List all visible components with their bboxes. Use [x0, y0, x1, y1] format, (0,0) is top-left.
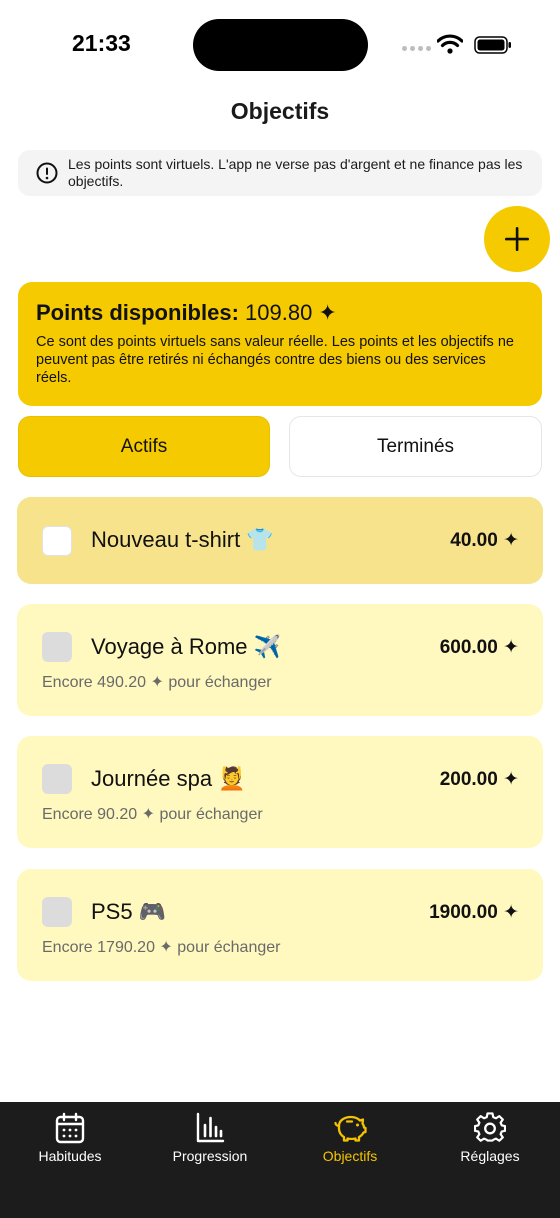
points-value: 109.80 ✦ [245, 300, 337, 325]
wifi-icon [437, 34, 463, 54]
piggy-bank-icon [334, 1115, 367, 1142]
goal-checkbox[interactable] [42, 526, 72, 556]
goal-remaining: Encore 1790.20 ✦ pour échanger [42, 939, 281, 956]
status-time: 21:33 [72, 30, 131, 56]
goal-name: Voyage à Rome ✈️ [91, 634, 282, 659]
goal-amount: 200.00 ✦ [439, 769, 519, 790]
status-bar: 21:33 [0, 0, 560, 92]
gear-icon [474, 1112, 506, 1142]
tab-progression[interactable]: Progression [140, 1112, 280, 1164]
signal-icon [402, 46, 431, 51]
dynamic-island [193, 19, 368, 71]
goal-amount: 1900.00 ✦ [429, 902, 519, 923]
goal-name: PS5 🎮 [91, 899, 167, 924]
info-banner-text: Les points sont virtuels. L'app ne verse… [68, 156, 523, 189]
add-goal-button[interactable] [484, 206, 550, 272]
goal-remaining: Encore 90.20 ✦ pour échanger [42, 806, 263, 823]
goal-card-ps5[interactable]: PS5 🎮 1900.00 ✦ Encore 1790.20 ✦ pour éc… [17, 869, 543, 981]
goal-name: Nouveau t-shirt 👕 [91, 527, 274, 552]
points-title: Points disponibles: 109.80 ✦ [36, 299, 524, 327]
goal-amount: 40.00 ✦ [450, 530, 519, 551]
goal-name: Journée spa 💆 [91, 766, 246, 791]
points-description: Ce sont des points virtuels sans valeur … [36, 334, 514, 386]
points-card: Points disponibles: 109.80 ✦ Ce sont des… [18, 282, 542, 406]
tab-actifs[interactable]: Actifs [18, 416, 270, 477]
tab-reglages[interactable]: Réglages [420, 1112, 560, 1164]
bar-chart-icon [196, 1112, 225, 1143]
alert-circle-icon [36, 162, 58, 184]
tab-label: Réglages [460, 1148, 520, 1164]
tab-label: Progression [172, 1148, 248, 1164]
goal-card-voyage-rome[interactable]: Voyage à Rome ✈️ 600.00 ✦ Encore 490.20 … [17, 604, 543, 716]
goal-card-nouveau-tshirt[interactable]: Nouveau t-shirt 👕 40.00 ✦ [17, 497, 543, 584]
tab-objectifs[interactable]: Objectifs [280, 1112, 420, 1164]
goal-remaining: Encore 490.20 ✦ pour échanger [42, 674, 272, 691]
goal-checkbox[interactable] [42, 632, 72, 662]
goal-card-journee-spa[interactable]: Journée spa 💆 200.00 ✦ Encore 90.20 ✦ po… [17, 736, 543, 848]
tab-bar: Habitudes Progression Objectifs Réglages [0, 1102, 560, 1218]
points-label: Points disponibles: [36, 300, 239, 325]
tab-habitudes[interactable]: Habitudes [0, 1112, 140, 1164]
tab-label: Objectifs [322, 1148, 378, 1164]
calendar-icon [55, 1112, 85, 1144]
plus-icon [505, 227, 529, 251]
info-banner: Les points sont virtuels. L'app ne verse… [18, 150, 542, 196]
page-title: Objectifs [230, 98, 330, 124]
goal-checkbox[interactable] [42, 764, 72, 794]
tab-label: Habitudes [38, 1148, 102, 1164]
tab-termines[interactable]: Terminés [289, 416, 542, 477]
goal-amount: 600.00 ✦ [439, 637, 519, 658]
goal-checkbox[interactable] [42, 897, 72, 927]
battery-icon [474, 36, 511, 54]
